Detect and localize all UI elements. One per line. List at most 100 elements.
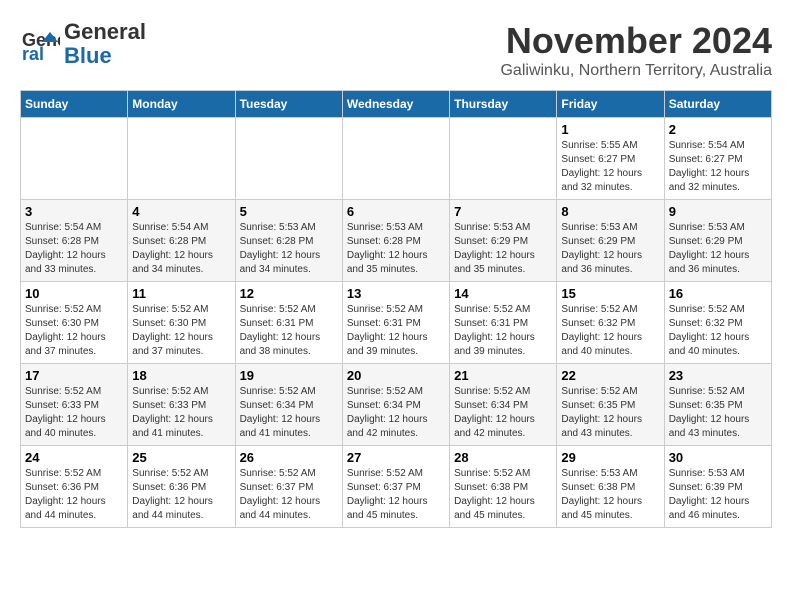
calendar-weekday-wednesday: Wednesday bbox=[342, 91, 449, 118]
day-number: 9 bbox=[669, 204, 767, 219]
day-info: Sunrise: 5:52 AM Sunset: 6:35 PM Dayligh… bbox=[669, 385, 767, 441]
day-info: Sunrise: 5:53 AM Sunset: 6:39 PM Dayligh… bbox=[669, 467, 767, 523]
calendar-cell: 21 Sunrise: 5:52 AM Sunset: 6:34 PM Dayli… bbox=[450, 364, 557, 446]
calendar-weekday-thursday: Thursday bbox=[450, 91, 557, 118]
day-number: 14 bbox=[454, 286, 552, 301]
day-number: 28 bbox=[454, 450, 552, 465]
day-info: Sunrise: 5:53 AM Sunset: 6:28 PM Dayligh… bbox=[240, 221, 338, 277]
day-info: Sunrise: 5:52 AM Sunset: 6:38 PM Dayligh… bbox=[454, 467, 552, 523]
day-info: Sunrise: 5:53 AM Sunset: 6:38 PM Dayligh… bbox=[561, 467, 659, 523]
day-info: Sunrise: 5:52 AM Sunset: 6:36 PM Dayligh… bbox=[25, 467, 123, 523]
day-number: 13 bbox=[347, 286, 445, 301]
day-number: 23 bbox=[669, 368, 767, 383]
day-info: Sunrise: 5:52 AM Sunset: 6:30 PM Dayligh… bbox=[25, 303, 123, 359]
day-number: 17 bbox=[25, 368, 123, 383]
day-number: 3 bbox=[25, 204, 123, 219]
calendar-cell: 18Sunrise: 5:52 AM Sunset: 6:33 PM Dayli… bbox=[128, 364, 235, 446]
calendar-cell: 19 Sunrise: 5:52 AM Sunset: 6:34 PM Dayli… bbox=[235, 364, 342, 446]
calendar-cell: 22 Sunrise: 5:52 AM Sunset: 6:35 PM Dayli… bbox=[557, 364, 664, 446]
day-number: 5 bbox=[240, 204, 338, 219]
logo-line2: Blue bbox=[64, 43, 112, 68]
calendar-cell: 14 Sunrise: 5:52 AM Sunset: 6:31 PM Dayli… bbox=[450, 282, 557, 364]
day-info: Sunrise: 5:53 AM Sunset: 6:28 PM Dayligh… bbox=[347, 221, 445, 277]
day-info: Sunrise: 5:52 AM Sunset: 6:34 PM Dayligh… bbox=[347, 385, 445, 441]
day-info: Sunrise: 5:52 AM Sunset: 6:34 PM Dayligh… bbox=[240, 385, 338, 441]
logo-icon: Gene ral bbox=[20, 24, 60, 64]
calendar-cell: 16 Sunrise: 5:52 AM Sunset: 6:32 PM Dayli… bbox=[664, 282, 771, 364]
day-info: Sunrise: 5:52 AM Sunset: 6:33 PM Dayligh… bbox=[132, 385, 230, 441]
day-info: Sunrise: 5:52 AM Sunset: 6:35 PM Dayligh… bbox=[561, 385, 659, 441]
calendar-cell bbox=[128, 118, 235, 200]
calendar-cell: 7 Sunrise: 5:53 AM Sunset: 6:29 PM Daylig… bbox=[450, 200, 557, 282]
location-title: Galiwinku, Northern Territory, Australia bbox=[500, 62, 772, 80]
day-number: 22 bbox=[561, 368, 659, 383]
day-info: Sunrise: 5:52 AM Sunset: 6:30 PM Dayligh… bbox=[132, 303, 230, 359]
calendar-cell: 28 Sunrise: 5:52 AM Sunset: 6:38 PM Dayli… bbox=[450, 446, 557, 528]
calendar-cell: 24Sunrise: 5:52 AM Sunset: 6:36 PM Dayli… bbox=[21, 446, 128, 528]
calendar-week-row: 24Sunrise: 5:52 AM Sunset: 6:36 PM Dayli… bbox=[21, 446, 772, 528]
calendar-weekday-monday: Monday bbox=[128, 91, 235, 118]
day-info: Sunrise: 5:54 AM Sunset: 6:28 PM Dayligh… bbox=[25, 221, 123, 277]
calendar-weekday-sunday: Sunday bbox=[21, 91, 128, 118]
svg-text:ral: ral bbox=[22, 44, 44, 64]
day-info: Sunrise: 5:54 AM Sunset: 6:28 PM Dayligh… bbox=[132, 221, 230, 277]
calendar-weekday-saturday: Saturday bbox=[664, 91, 771, 118]
day-info: Sunrise: 5:52 AM Sunset: 6:37 PM Dayligh… bbox=[347, 467, 445, 523]
day-number: 25 bbox=[132, 450, 230, 465]
calendar-cell: 4 Sunrise: 5:54 AM Sunset: 6:28 PM Daylig… bbox=[128, 200, 235, 282]
day-info: Sunrise: 5:53 AM Sunset: 6:29 PM Dayligh… bbox=[561, 221, 659, 277]
calendar-week-row: 3 Sunrise: 5:54 AM Sunset: 6:28 PM Daylig… bbox=[21, 200, 772, 282]
calendar-cell: 11Sunrise: 5:52 AM Sunset: 6:30 PM Dayli… bbox=[128, 282, 235, 364]
day-info: Sunrise: 5:52 AM Sunset: 6:33 PM Dayligh… bbox=[25, 385, 123, 441]
day-number: 4 bbox=[132, 204, 230, 219]
day-info: Sunrise: 5:52 AM Sunset: 6:32 PM Dayligh… bbox=[669, 303, 767, 359]
day-number: 15 bbox=[561, 286, 659, 301]
day-number: 29 bbox=[561, 450, 659, 465]
day-info: Sunrise: 5:52 AM Sunset: 6:34 PM Dayligh… bbox=[454, 385, 552, 441]
day-info: Sunrise: 5:52 AM Sunset: 6:31 PM Dayligh… bbox=[454, 303, 552, 359]
day-number: 12 bbox=[240, 286, 338, 301]
calendar-cell: 15 Sunrise: 5:52 AM Sunset: 6:32 PM Dayli… bbox=[557, 282, 664, 364]
day-info: Sunrise: 5:52 AM Sunset: 6:32 PM Dayligh… bbox=[561, 303, 659, 359]
calendar-weekday-tuesday: Tuesday bbox=[235, 91, 342, 118]
day-info: Sunrise: 5:52 AM Sunset: 6:31 PM Dayligh… bbox=[347, 303, 445, 359]
day-info: Sunrise: 5:52 AM Sunset: 6:36 PM Dayligh… bbox=[132, 467, 230, 523]
day-info: Sunrise: 5:53 AM Sunset: 6:29 PM Dayligh… bbox=[669, 221, 767, 277]
day-number: 19 bbox=[240, 368, 338, 383]
calendar: SundayMondayTuesdayWednesdayThursdayFrid… bbox=[20, 90, 772, 528]
day-info: Sunrise: 5:55 AM Sunset: 6:27 PM Dayligh… bbox=[561, 139, 659, 195]
calendar-week-row: 17 Sunrise: 5:52 AM Sunset: 6:33 PM Dayli… bbox=[21, 364, 772, 446]
calendar-cell: 30Sunrise: 5:53 AM Sunset: 6:39 PM Dayli… bbox=[664, 446, 771, 528]
day-number: 1 bbox=[561, 122, 659, 137]
calendar-weekday-friday: Friday bbox=[557, 91, 664, 118]
calendar-cell: 13 Sunrise: 5:52 AM Sunset: 6:31 PM Dayli… bbox=[342, 282, 449, 364]
calendar-cell bbox=[450, 118, 557, 200]
day-number: 16 bbox=[669, 286, 767, 301]
day-info: Sunrise: 5:53 AM Sunset: 6:29 PM Dayligh… bbox=[454, 221, 552, 277]
logo-line1: General bbox=[64, 19, 146, 44]
day-number: 7 bbox=[454, 204, 552, 219]
day-number: 2 bbox=[669, 122, 767, 137]
calendar-cell: 6 Sunrise: 5:53 AM Sunset: 6:28 PM Daylig… bbox=[342, 200, 449, 282]
calendar-cell: 17 Sunrise: 5:52 AM Sunset: 6:33 PM Dayli… bbox=[21, 364, 128, 446]
logo: Gene ral General Blue bbox=[20, 20, 146, 68]
day-number: 20 bbox=[347, 368, 445, 383]
calendar-cell: 9 Sunrise: 5:53 AM Sunset: 6:29 PM Daylig… bbox=[664, 200, 771, 282]
calendar-cell bbox=[235, 118, 342, 200]
day-number: 10 bbox=[25, 286, 123, 301]
calendar-cell: 8 Sunrise: 5:53 AM Sunset: 6:29 PM Daylig… bbox=[557, 200, 664, 282]
calendar-cell: 3 Sunrise: 5:54 AM Sunset: 6:28 PM Daylig… bbox=[21, 200, 128, 282]
calendar-cell: 23 Sunrise: 5:52 AM Sunset: 6:35 PM Dayli… bbox=[664, 364, 771, 446]
calendar-cell: 5 Sunrise: 5:53 AM Sunset: 6:28 PM Daylig… bbox=[235, 200, 342, 282]
calendar-week-row: 10 Sunrise: 5:52 AM Sunset: 6:30 PM Dayli… bbox=[21, 282, 772, 364]
calendar-cell: 26Sunrise: 5:52 AM Sunset: 6:37 PM Dayli… bbox=[235, 446, 342, 528]
day-info: Sunrise: 5:54 AM Sunset: 6:27 PM Dayligh… bbox=[669, 139, 767, 195]
title-area: November 2024 Galiwinku, Northern Territ… bbox=[500, 20, 772, 80]
day-number: 21 bbox=[454, 368, 552, 383]
day-number: 8 bbox=[561, 204, 659, 219]
day-number: 26 bbox=[240, 450, 338, 465]
calendar-week-row: 1 Sunrise: 5:55 AM Sunset: 6:27 PM Daylig… bbox=[21, 118, 772, 200]
day-number: 6 bbox=[347, 204, 445, 219]
logo-name: General Blue bbox=[64, 20, 146, 68]
calendar-header-row: SundayMondayTuesdayWednesdayThursdayFrid… bbox=[21, 91, 772, 118]
